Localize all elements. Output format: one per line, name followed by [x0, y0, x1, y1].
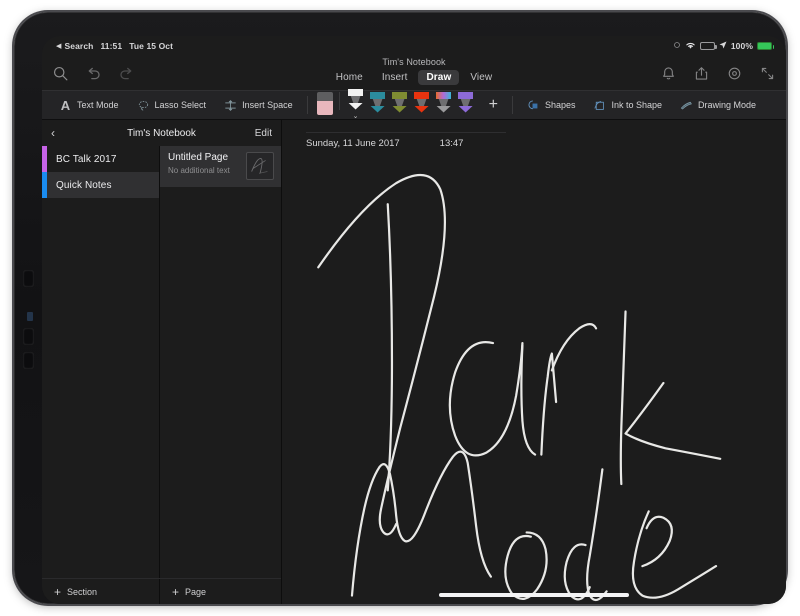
ink-to-shape-label: Ink to Shape [611, 100, 662, 110]
tab-view[interactable]: View [462, 70, 500, 85]
toolbar-divider [307, 96, 308, 114]
eraser-tool[interactable] [317, 92, 333, 115]
shapes-icon [527, 99, 540, 112]
pen-purple[interactable] [456, 92, 476, 119]
shapes-label: Shapes [545, 100, 576, 110]
app-ribbon: Tim's Notebook Home Insert Draw View [42, 56, 786, 90]
ink-layer [282, 120, 786, 604]
list-item[interactable]: Untitled Page No additional text [160, 146, 281, 187]
add-section-label: Section [67, 587, 97, 597]
pen-olive[interactable] [390, 92, 410, 119]
pen-multicolor[interactable] [434, 92, 454, 119]
text-mode-icon: A [59, 99, 72, 112]
ink-to-shape-icon [593, 99, 606, 112]
status-date: Tue 15 Oct [129, 41, 173, 51]
home-indicator [439, 593, 629, 597]
search-icon[interactable] [52, 65, 69, 82]
sidebar-columns: BC Talk 2017 Quick Notes Untitled Page N… [42, 146, 281, 578]
lasso-select-label: Lasso Select [155, 100, 207, 110]
ribbon-tab-bar: Home Insert Draw View [328, 70, 500, 85]
insert-space-button[interactable]: Insert Space [215, 93, 302, 117]
page-title: Untitled Page [168, 152, 240, 164]
toolbar-divider [339, 92, 340, 110]
tab-home[interactable]: Home [328, 70, 371, 85]
chevron-down-icon: ⌄ [353, 113, 359, 120]
ios-status-bar: ◀ Search 11:51 Tue 15 Oct [42, 36, 786, 56]
sidebar-item-bc-talk-2017[interactable]: BC Talk 2017 [42, 146, 159, 172]
insert-space-label: Insert Space [242, 100, 293, 110]
tab-draw[interactable]: Draw [418, 70, 459, 85]
battery-shell-icon [700, 42, 715, 50]
section-list: BC Talk 2017 Quick Notes [42, 146, 160, 578]
lasso-select-button[interactable]: Lasso Select [128, 93, 216, 117]
page-thumbnail [246, 152, 274, 180]
status-back-label[interactable]: Search [64, 41, 93, 51]
page-list: Untitled Page No additional text [160, 146, 281, 578]
battery-icon [757, 42, 772, 50]
section-label: Quick Notes [47, 180, 112, 191]
add-page-button[interactable]: + Page [160, 579, 281, 604]
ipad-screen: ◀ Search 11:51 Tue 15 Oct [42, 36, 786, 604]
toolbar-divider [512, 96, 513, 114]
sidebar-item-quick-notes[interactable]: Quick Notes [42, 172, 159, 198]
expand-icon[interactable] [759, 65, 776, 82]
sidebar: ‹ Tim's Notebook Edit BC Talk 2017 Quick… [42, 120, 282, 604]
eraser-top [317, 92, 333, 101]
share-icon[interactable] [693, 65, 710, 82]
gear-icon[interactable] [726, 65, 743, 82]
pen-teal[interactable] [368, 92, 388, 119]
edit-button[interactable]: Edit [255, 128, 272, 139]
sim-tray [27, 312, 33, 321]
sidebar-footer: + Section + Page [42, 578, 281, 604]
add-page-label: Page [185, 587, 206, 597]
drawing-mode-button[interactable]: Drawing Mode [671, 93, 765, 117]
volume-down-button[interactable] [23, 328, 34, 345]
status-time: 11:51 [100, 41, 122, 51]
location-icon [673, 41, 681, 51]
wifi-icon [685, 41, 696, 52]
ipad-device-frame: ◀ Search 11:51 Tue 15 Oct [14, 12, 786, 604]
text-mode-label: Text Mode [77, 100, 119, 110]
text-mode-button[interactable]: A Text Mode [50, 93, 128, 117]
highlighter-red[interactable] [412, 92, 432, 119]
note-canvas[interactable]: Sunday, 11 June 2017 13:47 [282, 120, 786, 604]
app-body: ‹ Tim's Notebook Edit BC Talk 2017 Quick… [42, 120, 786, 604]
add-pen-button[interactable]: + [480, 97, 507, 113]
insert-space-icon [224, 99, 237, 112]
section-label: BC Talk 2017 [47, 154, 117, 165]
notebook-title: Tim's Notebook [382, 57, 445, 67]
battery-percent-label: 100% [731, 41, 753, 51]
draw-toolbar: A Text Mode Lasso Select Insert Space [42, 90, 786, 120]
page-subtitle: No additional text [168, 166, 240, 175]
eraser-bottom [317, 101, 333, 115]
send-icon [719, 41, 727, 51]
add-section-button[interactable]: + Section [42, 579, 160, 604]
plus-icon: + [54, 586, 61, 598]
sidebar-title: Tim's Notebook [42, 128, 281, 139]
plus-icon: + [172, 586, 179, 598]
redo-icon[interactable] [118, 65, 135, 82]
power-button[interactable] [23, 352, 34, 369]
drawing-mode-icon [680, 99, 693, 112]
page-meta: Untitled Page No additional text [168, 152, 240, 175]
undo-icon[interactable] [85, 65, 102, 82]
sidebar-header: ‹ Tim's Notebook Edit [42, 120, 281, 146]
tab-insert[interactable]: Insert [374, 70, 416, 85]
volume-up-button[interactable] [23, 270, 34, 287]
pen-white[interactable]: ⌄ [346, 89, 366, 116]
ink-to-shape-button[interactable]: Ink to Shape [584, 93, 671, 117]
lasso-icon [137, 99, 150, 112]
bell-icon[interactable] [660, 65, 677, 82]
status-back-arrow-icon: ◀ [56, 42, 61, 50]
back-chevron-icon[interactable]: ‹ [51, 127, 65, 139]
drawing-mode-label: Drawing Mode [698, 100, 756, 110]
shapes-button[interactable]: Shapes [518, 93, 585, 117]
pen-tray: ⌄ [313, 92, 480, 119]
